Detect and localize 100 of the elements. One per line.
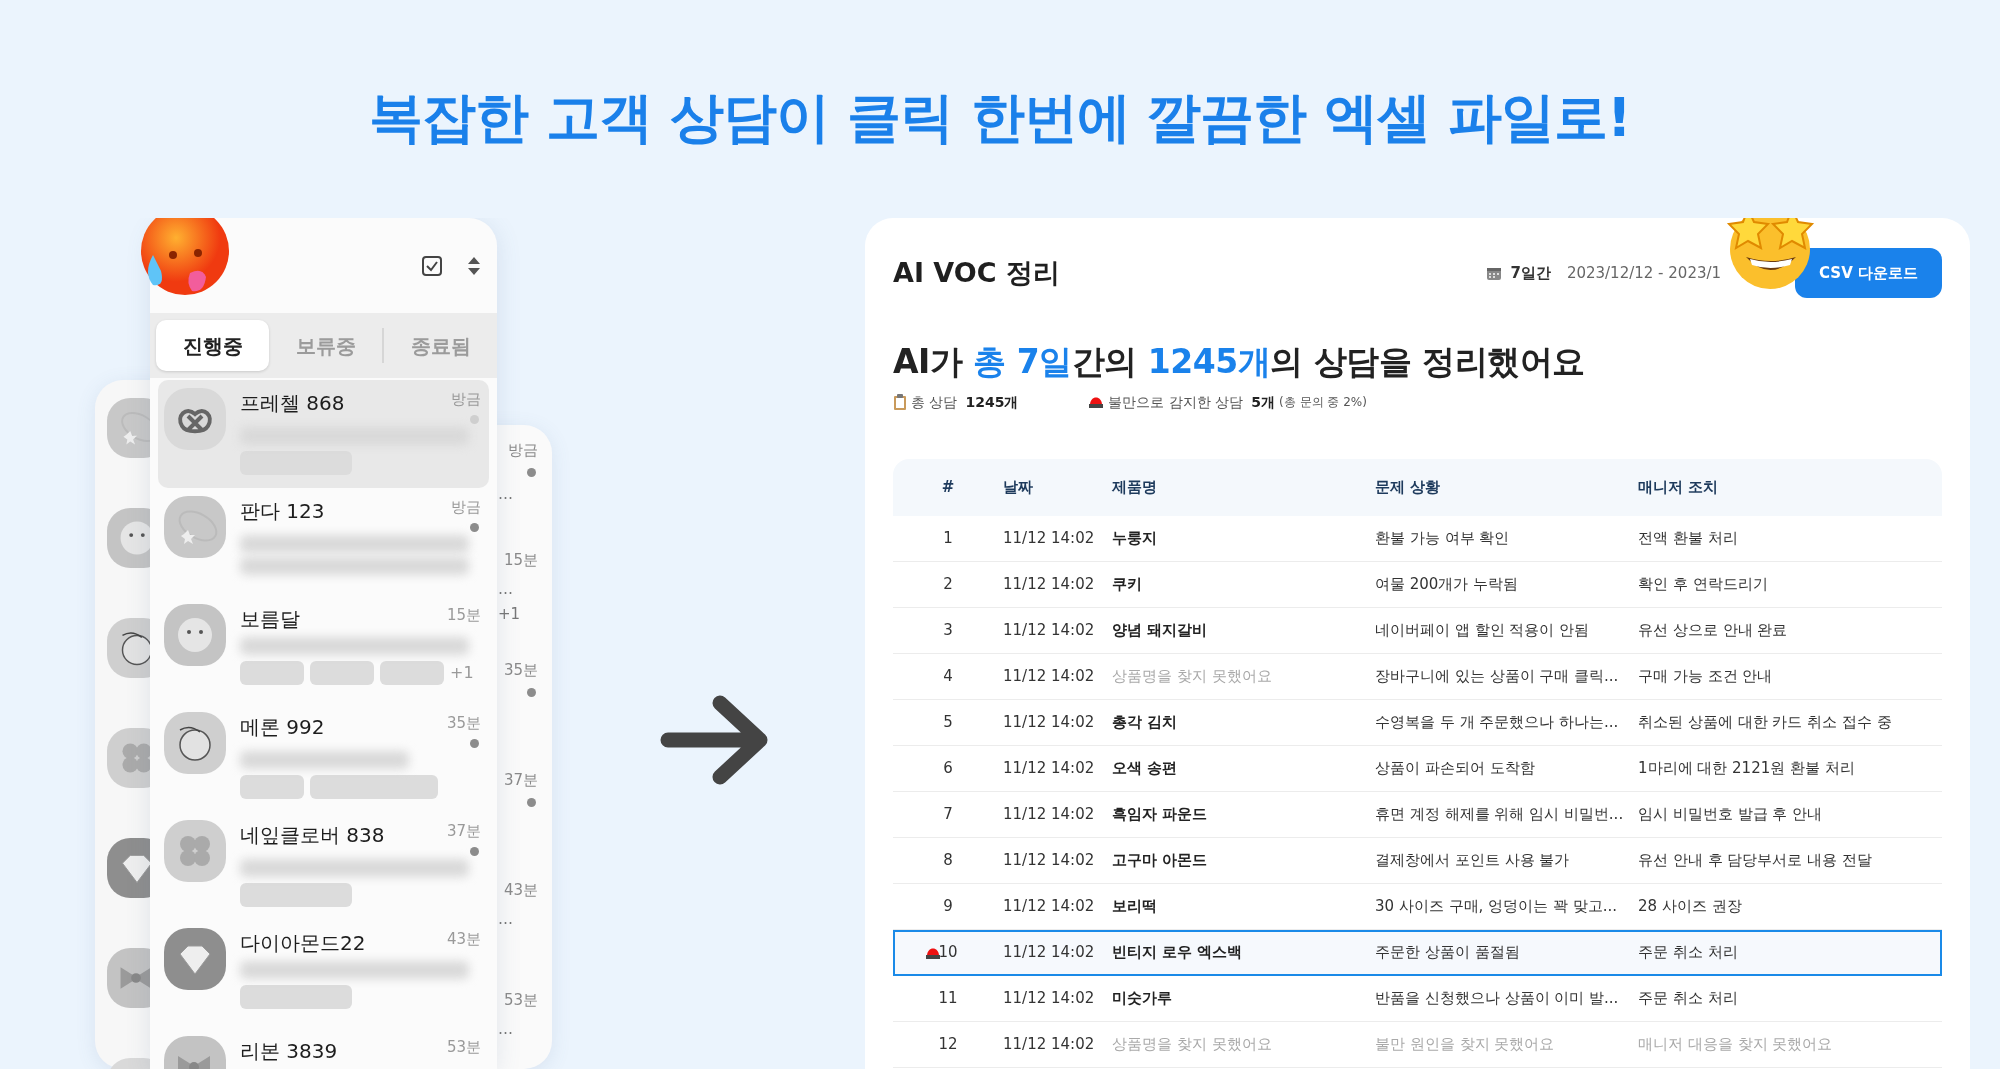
table-cell-text: 주문 취소 처리 [1638,987,1739,1009]
table-cell-text: 네이버페이 앱 할인 적용이 안됨 [1375,619,1591,641]
chat-item[interactable]: 리본 3839 53분 [158,1028,489,1069]
preview-text: +1 [498,606,521,622]
table-cell-text: 11/12 14:02 [1003,895,1096,917]
table-cell-text: 11 [937,987,959,1009]
table-cell-text: 유선 안내 후 담당부서로 내용 전달 [1638,849,1873,871]
chat-item[interactable]: 다이아몬드22 43분 [158,920,489,1028]
table-cell-text: 결제창에서 포인트 사용 불가 [1375,849,1571,871]
table-cell-text: 매니저 대응을 찾지 못했어요 [1638,1033,1834,1055]
table-cell-text: 28 사이즈 권장 [1638,895,1743,917]
time-label: 35분 [503,660,538,681]
table-cell-text: 고구마 아몬드 [1112,849,1209,871]
table-cell-text: 11/12 14:02 [1003,619,1096,641]
table-cell-text: 누룽지 [1112,527,1158,549]
table-cell-text: 환불 가능 여부 확인 [1375,527,1511,549]
preview-text: … [498,911,513,927]
table-cell-text: 수영복을 두 개 주문했으나 하나는... [1375,711,1620,733]
chat-item[interactable]: 프레첼 868 방금 [158,380,489,488]
customer-name: 네잎클로버 838 [240,822,385,849]
table-cell-text: 11/12 14:02 [1003,665,1096,687]
column-header: 문제 상황 [1375,476,1442,498]
table-cell-text: 10 [937,941,959,963]
customer-name: 다이아몬드22 [240,930,366,957]
table-cell-text: 11/12 14:02 [1003,941,1096,963]
table-cell-text: 11/12 14:02 [1003,527,1096,549]
table-cell-text: 흑임자 파운드 [1112,803,1209,825]
table-cell-text: 빈티지 로우 엑스백 [1112,941,1244,963]
stat-value: 1245개 [965,392,1019,412]
table-cell-text: 11/12 14:02 [1003,757,1096,779]
stat-label: 불만으로 감지한 상담 [1108,392,1244,412]
time-label: 43분 [503,880,538,901]
chat-item[interactable]: 보름달 15분 +1 [158,596,489,704]
period-label: 7일간 [1510,262,1551,284]
tab[interactable]: 진행중 [156,320,269,371]
time-label: 15분 [503,550,538,571]
chat-item[interactable]: 판다 123 방금 [158,488,489,596]
preview-text: … [498,486,513,502]
chat-item[interactable]: 메론 992 35분 [158,704,489,812]
table-cell-text: 보리떡 [1112,895,1158,917]
table-cell-text: 장바구니에 있는 상품이 구매 클릭... [1375,665,1620,687]
column-header: 매니저 조치 [1638,476,1720,498]
column-header: 날짜 [1003,476,1034,498]
time-label: 15분 [446,605,481,626]
table-cell-text: 쿠키 [1112,573,1143,595]
time-label: 방금 [451,389,481,410]
stat-note: (총 문의 중 2%) [1279,394,1367,412]
table-cell-text: 여물 200개가 누락됨 [1375,573,1520,595]
customer-name: 메론 992 [240,714,325,741]
customer-name: 판다 123 [240,498,325,525]
table-cell-text: 7 [942,803,954,825]
time-label: 37분 [503,770,538,791]
table-cell-text: 주문 취소 처리 [1638,941,1739,963]
table-cell-text: 구매 가능 조건 안내 [1638,665,1774,687]
table-cell-text: 11/12 14:02 [1003,711,1096,733]
customer-name: 프레첼 868 [240,390,345,417]
customer-name: 리본 3839 [240,1038,338,1065]
time-label: 53분 [446,1037,481,1058]
stat-value: 5개 [1251,392,1276,412]
time-label: 방금 [451,497,481,518]
table-cell-text: 11/12 14:02 [1003,849,1096,871]
table-cell-text: 확인 후 연락드리기 [1638,573,1769,595]
chat-item[interactable]: 네잎클로버 838 37분 [158,812,489,920]
table-cell-text: 11/12 14:02 [1003,573,1096,595]
table-cell-text: 임시 비밀번호 발급 후 안내 [1638,803,1824,825]
csv-download-button[interactable]: CSV 다운로드 [1795,248,1942,298]
table-cell-text: 1 [942,527,954,549]
table-cell-text: 5 [942,711,954,733]
time-label: 53분 [503,990,538,1011]
table-cell-text: 상품명을 찾지 못했어요 [1112,665,1273,687]
table-cell-text: 상품이 파손되어 도착함 [1375,757,1536,779]
column-header: # [940,476,956,498]
table-cell-text: 9 [942,895,954,917]
table-cell-text: 미숫가루 [1112,987,1173,1009]
table-cell-text: 양념 돼지갈비 [1112,619,1209,641]
preview-text: … [498,1021,513,1037]
headline: 복잡한 고객 상담이 클릭 한번에 깔끔한 엑셀 파일로! [368,85,1632,151]
table-cell-text: 전액 환불 처리 [1638,527,1739,549]
table-cell-text: 반품을 신청했으나 상품이 이미 발... [1375,987,1620,1009]
table-cell-text: 1마리에 대한 2121원 환불 처리 [1638,757,1856,779]
table-cell-text: 3 [942,619,954,641]
table-cell-text: 11/12 14:02 [1003,1033,1096,1055]
time-label: 37분 [446,821,481,842]
time-label: 35분 [446,713,481,734]
table-cell-text: 유선 상으로 안내 완료 [1638,619,1789,641]
preview-text: … [498,581,513,597]
report-title: AI VOC 정리 [893,256,1060,290]
table-cell-text: 취소된 상품에 대한 카드 취소 접수 중 [1638,711,1893,733]
table-cell-text: 8 [942,849,954,871]
table-cell-text: 11/12 14:02 [1003,803,1096,825]
time-label: 방금 [508,440,538,461]
table-cell-text: 주문한 상품이 품절됨 [1375,941,1521,963]
column-header: 제품명 [1112,476,1158,498]
table-cell-text: 2 [942,573,954,595]
table-cell-text: 6 [942,757,954,779]
table-cell-text: 4 [942,665,954,687]
stat-label: 총 상담 [911,392,958,412]
summary-headline: AI가 총 7일간의 1245개의 상담을 정리했어요 [893,342,1586,382]
table-cell-text: 12 [937,1033,959,1055]
table-cell-text: 30 사이즈 구매, 엉덩이는 꽉 맞고... [1375,895,1618,917]
